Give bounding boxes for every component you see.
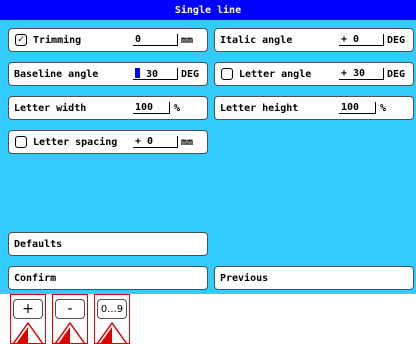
trimming-row[interactable]: ✓ Trimming 0 mm	[8, 28, 208, 52]
italic-angle-unit: DEG	[387, 35, 406, 46]
italic-angle-label: Italic angle	[220, 35, 293, 46]
letter-width-label: Letter width	[14, 103, 87, 114]
italic-angle-row[interactable]: Italic angle + 0 DEG	[214, 28, 414, 52]
letter-angle-input[interactable]: + 30	[339, 68, 384, 80]
letter-spacing-row[interactable]: Letter spacing + 0 mm	[8, 130, 208, 154]
digits-key[interactable]: 0...9	[97, 299, 127, 319]
trimming-label: Trimming	[33, 35, 82, 46]
letter-height-unit: %	[380, 103, 387, 114]
settings-panel: ✓ Trimming 0 mm Italic angle + 0 DEG Bas…	[0, 20, 416, 294]
letter-height-label: Letter height	[220, 103, 299, 114]
letter-angle-row[interactable]: Letter angle + 30 DEG	[214, 62, 414, 86]
baseline-angle-value: 30	[146, 69, 159, 80]
trimming-checkbox[interactable]: ✓	[15, 34, 27, 46]
text-cursor	[135, 68, 140, 78]
baseline-angle-input[interactable]: 30	[133, 68, 178, 80]
minus-arrow-icon	[54, 321, 86, 344]
letter-width-row[interactable]: Letter width 100 %	[8, 96, 208, 120]
minus-key[interactable]: -	[55, 299, 85, 319]
letter-spacing-input[interactable]: + 0	[133, 136, 178, 148]
letter-height-input[interactable]: 100	[339, 102, 376, 114]
letter-spacing-checkbox[interactable]	[15, 136, 27, 148]
plus-key[interactable]: +	[13, 299, 43, 319]
confirm-button[interactable]: Confirm	[8, 266, 208, 290]
baseline-angle-unit: DEG	[181, 69, 200, 80]
trimming-unit: mm	[181, 35, 194, 46]
letter-width-unit: %	[174, 103, 181, 114]
trimming-input[interactable]: 0	[133, 34, 178, 46]
digits-arrow-icon	[96, 321, 128, 344]
letter-angle-checkbox[interactable]	[221, 68, 233, 80]
baseline-angle-row[interactable]: Baseline angle 30 DEG	[8, 62, 208, 86]
baseline-angle-label: Baseline angle	[14, 69, 99, 80]
arrow-markers	[12, 321, 128, 344]
previous-button[interactable]: Previous	[214, 266, 414, 290]
letter-width-input[interactable]: 100	[133, 102, 170, 114]
letter-angle-label: Letter angle	[239, 69, 312, 80]
defaults-label: Defaults	[14, 239, 63, 250]
defaults-button[interactable]: Defaults	[8, 232, 208, 256]
window-title: Single line	[0, 0, 416, 20]
confirm-label: Confirm	[14, 273, 57, 284]
letter-spacing-label: Letter spacing	[33, 137, 118, 148]
plus-arrow-icon	[12, 321, 44, 344]
previous-label: Previous	[220, 273, 269, 284]
italic-angle-input[interactable]: + 0	[339, 34, 384, 46]
letter-angle-unit: DEG	[387, 69, 406, 80]
letter-height-row[interactable]: Letter height 100 %	[214, 96, 414, 120]
letter-spacing-unit: mm	[181, 137, 194, 148]
